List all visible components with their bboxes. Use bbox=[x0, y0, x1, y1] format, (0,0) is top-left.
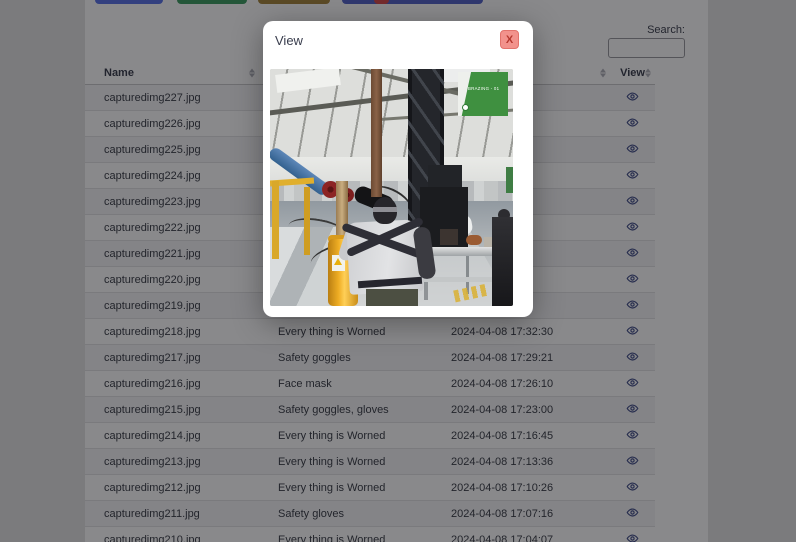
close-icon: X bbox=[506, 34, 513, 46]
banner-text: BRAZING - 01 bbox=[468, 87, 497, 91]
photo-second-person bbox=[492, 217, 513, 306]
view-modal: View X bbox=[263, 21, 533, 317]
page: Search: Name View bbox=[0, 0, 796, 542]
modal-photo: BRAZING - 01 bbox=[270, 69, 513, 306]
modal-close-button[interactable]: X bbox=[500, 30, 519, 49]
photo-green-banner: BRAZING - 01 bbox=[458, 72, 508, 116]
modal-title: View bbox=[275, 33, 303, 48]
photo-wood-pole bbox=[371, 69, 382, 197]
photo-yellow-frame bbox=[272, 181, 279, 259]
modal-header: View X bbox=[263, 21, 533, 59]
